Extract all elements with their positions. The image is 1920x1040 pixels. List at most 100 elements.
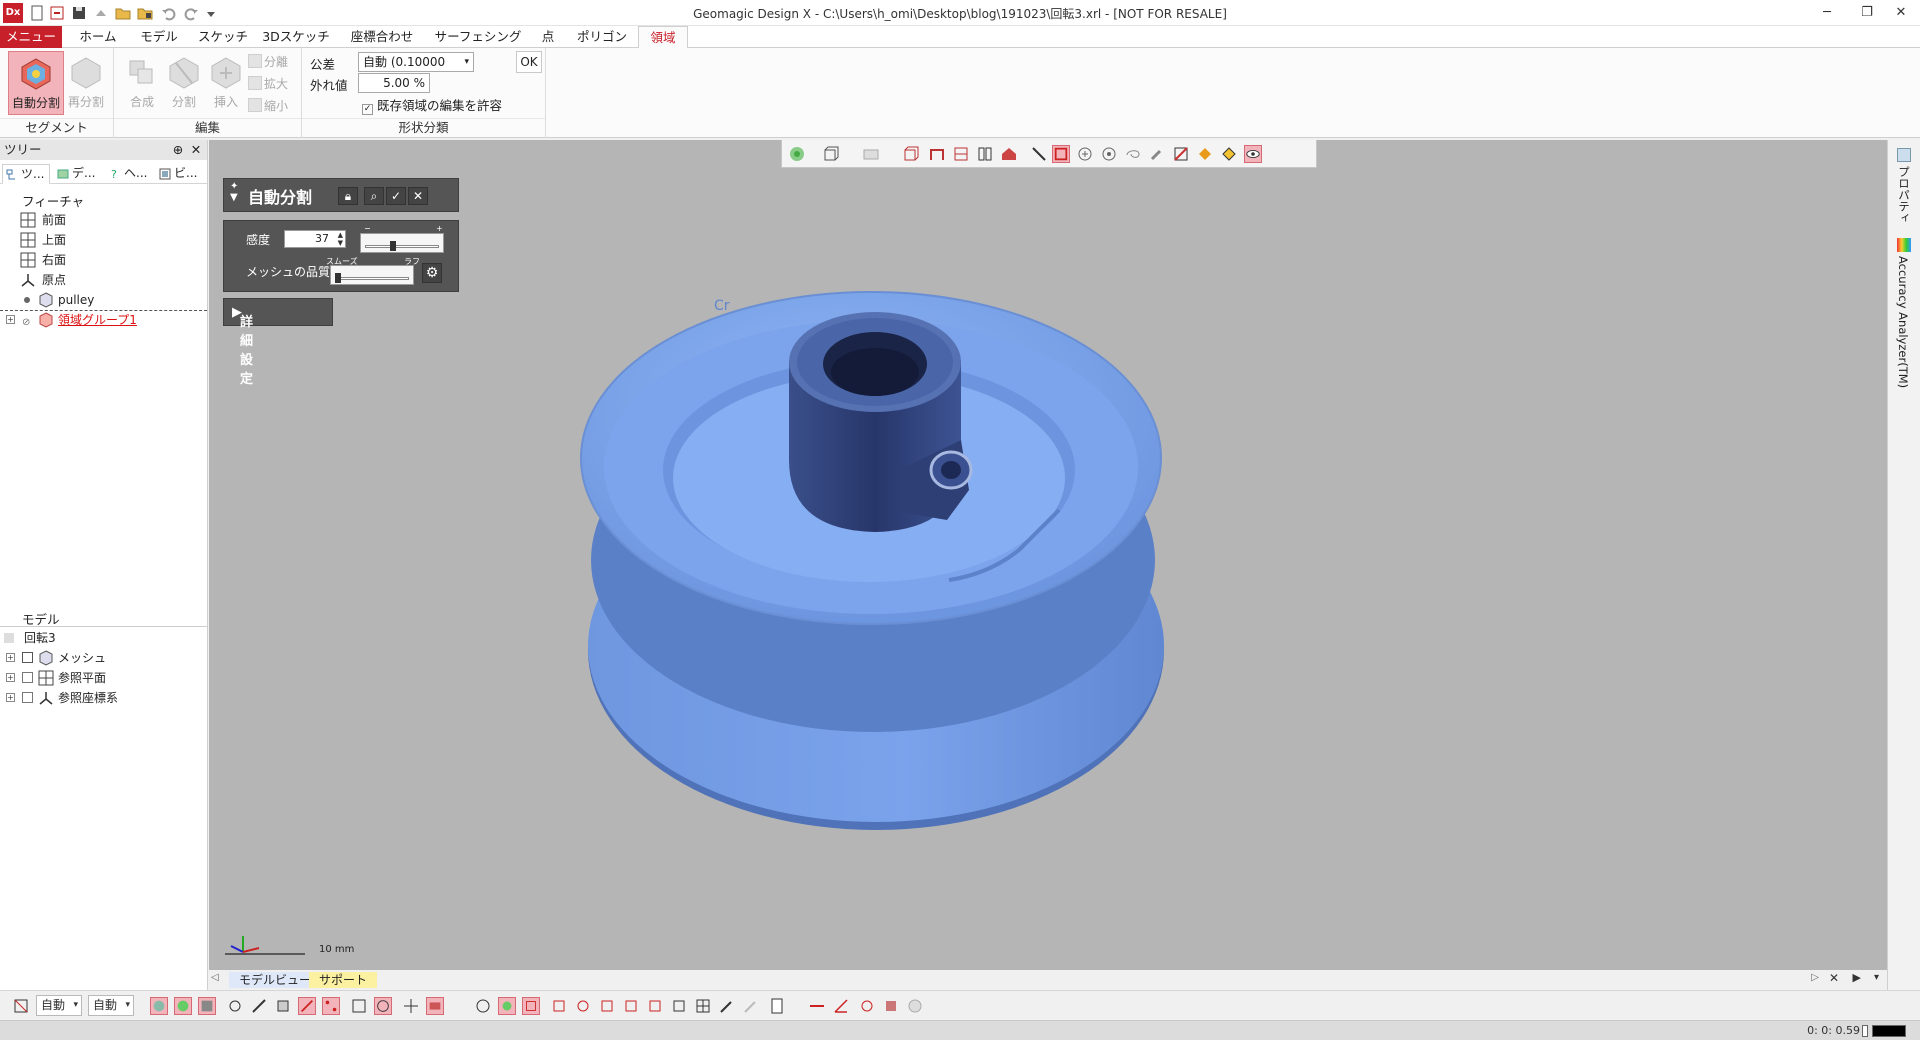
expand-icon[interactable]: +: [6, 693, 15, 702]
filter-face-icon[interactable]: [198, 997, 216, 1015]
filter-region-icon[interactable]: [174, 997, 192, 1015]
new-file-icon[interactable]: [28, 4, 46, 22]
tree-item-ref-coords[interactable]: + 参照座標系: [0, 688, 207, 708]
ok-button[interactable]: OK: [516, 51, 542, 73]
shrink-button[interactable]: 縮小: [248, 96, 288, 116]
subtab-help[interactable]: ? ヘ...: [106, 164, 154, 184]
tab-model[interactable]: モデル: [134, 26, 184, 48]
view-grid-icon[interactable]: [694, 997, 712, 1015]
filter-vertex-icon[interactable]: [226, 997, 244, 1015]
accuracy-analyzer-tab[interactable]: Accuracy Analyzer(TM): [1896, 256, 1910, 388]
view-bottom-icon[interactable]: [646, 997, 664, 1015]
expand-icon[interactable]: +: [6, 673, 15, 682]
tab-polygon[interactable]: ポリゴン: [574, 26, 630, 48]
view-left-icon[interactable]: [574, 997, 592, 1015]
tab-alignment[interactable]: 座標合わせ: [344, 26, 420, 48]
separate-button[interactable]: 分離: [248, 52, 288, 72]
app-logo[interactable]: Dx: [3, 3, 23, 23]
view-back-icon[interactable]: [550, 997, 568, 1015]
close-button[interactable]: ✕: [1878, 0, 1920, 26]
tolerance-select[interactable]: 自動 (0.10000 mm) ▾: [358, 52, 474, 87]
view-iso-icon[interactable]: [474, 997, 492, 1015]
visibility-checkbox[interactable]: [22, 692, 33, 703]
tab-support[interactable]: サポート: [309, 972, 378, 988]
view-top-icon[interactable]: [622, 997, 640, 1015]
measure-angle-icon[interactable]: [832, 997, 850, 1015]
folder-icon[interactable]: [114, 4, 132, 22]
scroll-right-icon[interactable]: ▷: [1811, 972, 1819, 983]
tree-item-top-plane[interactable]: 上面: [0, 230, 207, 250]
measure-more-icon[interactable]: [906, 997, 924, 1015]
view-right-icon[interactable]: [598, 997, 616, 1015]
measure-radius-icon[interactable]: [858, 997, 876, 1015]
filter-axis-icon[interactable]: [402, 997, 420, 1015]
tree-item-origin[interactable]: 原点: [0, 270, 207, 290]
tab-sketch[interactable]: スケッチ: [196, 26, 250, 48]
view-disabled-icon[interactable]: [742, 997, 760, 1015]
tab-dropdown-icon[interactable]: ▾: [1874, 972, 1879, 983]
outlier-input[interactable]: 5.00 %: [358, 73, 430, 93]
selection-mode-select[interactable]: 自動 ▾: [36, 995, 82, 1016]
tree-item-model-root[interactable]: 回転3: [0, 628, 207, 648]
visibility-checkbox[interactable]: [22, 672, 33, 683]
tab-point[interactable]: 点: [536, 26, 560, 48]
tree-item-right-plane[interactable]: 右面: [0, 250, 207, 270]
resplit-button[interactable]: 再分割: [60, 51, 112, 115]
measure-area-icon[interactable]: [882, 997, 900, 1015]
auto-split-label: 自動分割: [11, 96, 60, 110]
filter-plane-icon[interactable]: [350, 997, 368, 1015]
filter-edge-icon[interactable]: [250, 997, 268, 1015]
view-front-icon[interactable]: [522, 997, 540, 1015]
allow-edit-checkbox[interactable]: ✓ 既存領域の編集を許容: [362, 95, 502, 115]
properties-tab[interactable]: プロパティ: [1896, 166, 1912, 224]
filter-coord-icon[interactable]: [426, 997, 444, 1015]
pin-icon[interactable]: ⊕: [171, 140, 185, 160]
view-fit-icon[interactable]: [498, 997, 516, 1015]
redo-icon[interactable]: [182, 4, 200, 22]
view-normal-icon[interactable]: [670, 997, 688, 1015]
pulley-mesh-model[interactable]: Cr: [209, 140, 1887, 970]
expand-icon[interactable]: +: [6, 315, 15, 324]
hidden-icon[interactable]: ⊘: [22, 313, 30, 333]
auto-split-button[interactable]: 自動分割: [8, 51, 64, 115]
3d-viewport[interactable]: ✦ ▼ 自動分割 🔒︎ ⌕ ✓ ✕ 感度 37 ▲ ▼ − + メッシュの品質 ス…: [209, 140, 1887, 970]
tree-item-region-group[interactable]: + ⊘ 領域グループ1: [0, 310, 207, 330]
subtab-tree[interactable]: ツ...: [2, 164, 50, 184]
insert-button[interactable]: 挿入: [200, 51, 252, 115]
tree-item-pulley[interactable]: pulley: [0, 290, 207, 310]
close-panel-button[interactable]: ✕: [189, 140, 203, 160]
tab-home[interactable]: ホーム: [74, 26, 122, 48]
tree-item-ref-planes[interactable]: + 参照平面: [0, 668, 207, 688]
customize-dropdown-icon[interactable]: [202, 4, 215, 22]
expand-icon[interactable]: +: [6, 653, 15, 662]
filter-point-icon[interactable]: [322, 997, 340, 1015]
filter-sketch-icon[interactable]: [298, 997, 316, 1015]
tab-3d-sketch[interactable]: 3Dスケッチ: [262, 26, 330, 48]
tab-list-icon[interactable]: ▶: [1853, 971, 1861, 984]
tab-model-view[interactable]: モデルビュー: [229, 972, 322, 988]
export-icon[interactable]: [92, 4, 110, 22]
select-filter-icon[interactable]: [12, 997, 30, 1015]
measure-distance-icon[interactable]: [808, 997, 826, 1015]
expand-button[interactable]: 拡大: [248, 74, 288, 94]
close-tab-icon[interactable]: ✕: [1829, 971, 1839, 985]
filter-body-icon[interactable]: [274, 997, 292, 1015]
filter-curve-icon[interactable]: [374, 997, 392, 1015]
scroll-left-icon[interactable]: ◁: [211, 972, 219, 983]
open-icon[interactable]: [48, 4, 66, 22]
filter-mode-select[interactable]: 自動 ▾: [88, 995, 134, 1016]
subtab-display[interactable]: デ...: [54, 164, 102, 184]
tab-surfacing[interactable]: サーフェシング: [434, 26, 522, 48]
view-wand-icon[interactable]: [718, 997, 736, 1015]
folder-save-icon[interactable]: [136, 4, 154, 22]
tab-region[interactable]: 領域: [638, 26, 688, 49]
tab-menu[interactable]: メニュー: [0, 26, 62, 48]
tree-item-mesh[interactable]: + メッシュ: [0, 648, 207, 668]
subtab-view[interactable]: ビ...: [156, 164, 204, 184]
undo-icon[interactable]: [160, 4, 178, 22]
tree-item-front-plane[interactable]: 前面: [0, 210, 207, 230]
view-doc-icon[interactable]: [768, 997, 786, 1015]
filter-mesh-icon[interactable]: [150, 997, 168, 1015]
save-icon[interactable]: [70, 4, 88, 22]
visibility-eye-icon[interactable]: [22, 652, 33, 663]
